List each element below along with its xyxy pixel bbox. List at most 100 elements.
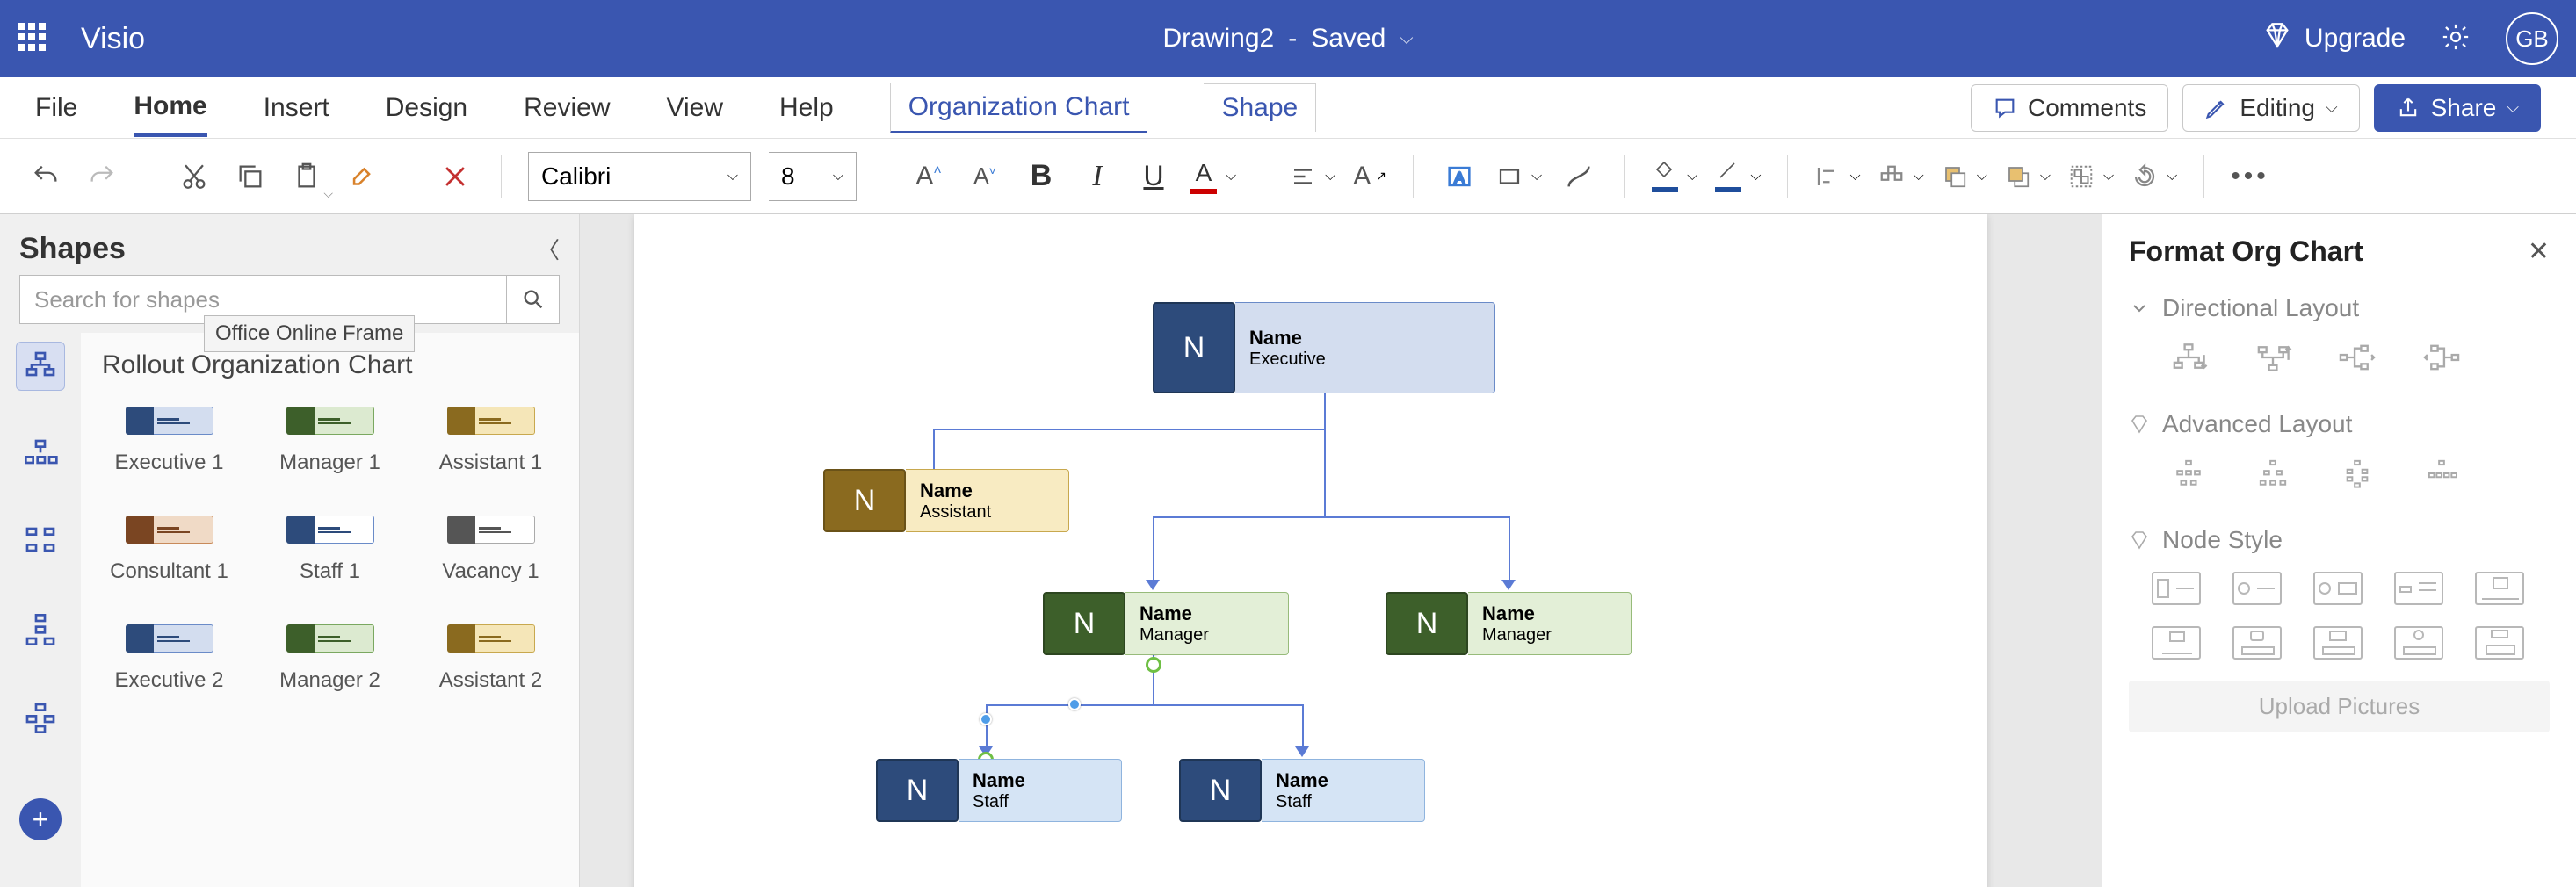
layout-right-left[interactable] bbox=[2417, 340, 2466, 375]
upload-pictures-button[interactable]: Upload Pictures bbox=[2129, 681, 2550, 732]
rotate-button[interactable]: ⌵ bbox=[2131, 163, 2177, 190]
org-node-staff[interactable]: NNameStaff bbox=[1179, 759, 1425, 822]
connection-handle[interactable] bbox=[980, 713, 992, 725]
node-style-9[interactable] bbox=[2394, 626, 2443, 660]
layout-top-down[interactable] bbox=[2164, 340, 2213, 375]
adv-layout-3[interactable] bbox=[2333, 456, 2382, 491]
tab-shape[interactable]: Shape bbox=[1204, 83, 1316, 132]
font-name-select[interactable]: Calibri⌵ bbox=[528, 152, 751, 201]
layout-left-right[interactable] bbox=[2333, 340, 2382, 375]
editing-mode-button[interactable]: Editing ⌵ bbox=[2182, 84, 2359, 132]
grow-font-button[interactable]: A˄ bbox=[909, 157, 948, 196]
cut-button[interactable] bbox=[175, 157, 213, 196]
app-launcher-icon[interactable] bbox=[18, 23, 49, 54]
node-style-5[interactable] bbox=[2475, 572, 2524, 605]
stencil-rollout-org[interactable] bbox=[16, 342, 65, 391]
stencil-shape-manager-1[interactable]: Manager 1 bbox=[254, 407, 406, 475]
connection-handle[interactable] bbox=[1068, 698, 1081, 710]
tab-view[interactable]: View bbox=[667, 81, 723, 135]
tab-home[interactable]: Home bbox=[134, 79, 206, 137]
stencil-shape-executive-2[interactable]: Executive 2 bbox=[93, 624, 245, 693]
stencil-shape-assistant-1[interactable]: Assistant 1 bbox=[415, 407, 567, 475]
send-back-button[interactable]: ⌵ bbox=[2005, 163, 2051, 190]
connector-button[interactable] bbox=[1559, 157, 1598, 196]
bring-front-button[interactable]: ⌵ bbox=[1942, 163, 1987, 190]
org-node-manager[interactable]: NNameManager bbox=[1043, 592, 1289, 655]
underline-button[interactable]: U bbox=[1134, 157, 1173, 196]
stencil-shape-executive-1[interactable]: Executive 1 bbox=[93, 407, 245, 475]
stencil-4[interactable] bbox=[16, 605, 65, 654]
copy-button[interactable] bbox=[231, 157, 270, 196]
connector[interactable] bbox=[986, 704, 988, 748]
org-node-staff[interactable]: NNameStaff bbox=[876, 759, 1122, 822]
adv-layout-1[interactable] bbox=[2164, 456, 2213, 491]
connector[interactable] bbox=[1153, 516, 1154, 581]
connection-handle[interactable] bbox=[1146, 657, 1161, 673]
format-painter-button[interactable] bbox=[344, 157, 382, 196]
org-node-manager[interactable]: NNameManager bbox=[1386, 592, 1632, 655]
shape-insert-button[interactable]: ⌵ bbox=[1496, 163, 1542, 190]
align-objects-button[interactable]: ⌵ bbox=[1814, 163, 1860, 190]
share-button[interactable]: Share ⌵ bbox=[2374, 84, 2541, 132]
more-commands-button[interactable]: ••• bbox=[2231, 162, 2269, 191]
shrink-font-button[interactable]: A˅ bbox=[966, 157, 1004, 196]
stencil-3[interactable] bbox=[16, 517, 65, 566]
tab-organization-chart[interactable]: Organization Chart bbox=[890, 83, 1148, 133]
collapse-shapes-icon[interactable]: 〈 bbox=[537, 233, 560, 265]
tab-design[interactable]: Design bbox=[386, 81, 467, 135]
stencil-shape-consultant-1[interactable]: Consultant 1 bbox=[93, 516, 245, 584]
undo-button[interactable] bbox=[26, 157, 65, 196]
tab-help[interactable]: Help bbox=[779, 81, 834, 135]
shape-outline-button[interactable]: ⌵ bbox=[1715, 160, 1761, 192]
connector[interactable] bbox=[1302, 704, 1304, 748]
connector[interactable] bbox=[1324, 393, 1326, 429]
node-style-4[interactable] bbox=[2394, 572, 2443, 605]
italic-button[interactable]: I bbox=[1078, 157, 1117, 196]
drawing-page[interactable]: NNameExecutiveNNameAssistantNNameManager… bbox=[634, 214, 1987, 887]
tab-review[interactable]: Review bbox=[524, 81, 610, 135]
text-direction-button[interactable]: A↗ bbox=[1353, 162, 1386, 191]
node-style-10[interactable] bbox=[2475, 626, 2524, 660]
section-advanced-layout[interactable]: Advanced Layout bbox=[2129, 410, 2550, 438]
close-panel-button[interactable]: ✕ bbox=[2528, 236, 2550, 267]
group-button[interactable]: ⌵ bbox=[2068, 163, 2114, 190]
upgrade-button[interactable]: Upgrade bbox=[2262, 20, 2406, 57]
bold-button[interactable]: B bbox=[1022, 157, 1060, 196]
node-style-2[interactable] bbox=[2232, 572, 2282, 605]
shape-fill-button[interactable]: ⌵ bbox=[1652, 160, 1697, 192]
node-style-7[interactable] bbox=[2232, 626, 2282, 660]
section-directional-layout[interactable]: Directional Layout bbox=[2129, 294, 2550, 322]
shapes-search-button[interactable] bbox=[507, 275, 560, 324]
stencil-shape-staff-1[interactable]: Staff 1 bbox=[254, 516, 406, 584]
stencil-shape-manager-2[interactable]: Manager 2 bbox=[254, 624, 406, 693]
tab-file[interactable]: File bbox=[35, 81, 77, 135]
node-style-3[interactable] bbox=[2313, 572, 2363, 605]
tab-insert[interactable]: Insert bbox=[264, 81, 329, 135]
align-button[interactable]: ⌵ bbox=[1290, 163, 1335, 190]
connector[interactable] bbox=[1324, 429, 1326, 516]
add-stencil-button[interactable]: + bbox=[19, 798, 62, 840]
connector[interactable] bbox=[933, 429, 1326, 430]
layout-bottom-up[interactable] bbox=[2248, 340, 2297, 375]
connector[interactable] bbox=[933, 429, 935, 469]
stencil-2[interactable] bbox=[16, 429, 65, 479]
position-button[interactable]: ⌵ bbox=[1878, 163, 1924, 190]
font-color-button[interactable]: A⌵ bbox=[1190, 159, 1236, 194]
connector[interactable] bbox=[1153, 516, 1509, 518]
node-style-1[interactable] bbox=[2152, 572, 2201, 605]
stencil-shape-vacancy-1[interactable]: Vacancy 1 bbox=[415, 516, 567, 584]
delete-button[interactable] bbox=[436, 157, 474, 196]
document-title[interactable]: Drawing2 - Saved ⌵ bbox=[1163, 24, 1414, 54]
adv-layout-4[interactable] bbox=[2417, 456, 2466, 491]
font-size-select[interactable]: 8⌵ bbox=[769, 152, 857, 201]
user-avatar[interactable]: GB bbox=[2506, 12, 2558, 65]
canvas[interactable]: NNameExecutiveNNameAssistantNNameManager… bbox=[580, 214, 2102, 887]
redo-button[interactable] bbox=[83, 157, 121, 196]
adv-layout-2[interactable] bbox=[2248, 456, 2297, 491]
stencil-5[interactable] bbox=[16, 693, 65, 742]
connector[interactable] bbox=[986, 704, 1302, 706]
node-style-6[interactable] bbox=[2152, 626, 2201, 660]
comments-button[interactable]: Comments bbox=[1971, 84, 2168, 132]
connector[interactable] bbox=[1509, 516, 1510, 581]
settings-button[interactable] bbox=[2441, 22, 2471, 56]
